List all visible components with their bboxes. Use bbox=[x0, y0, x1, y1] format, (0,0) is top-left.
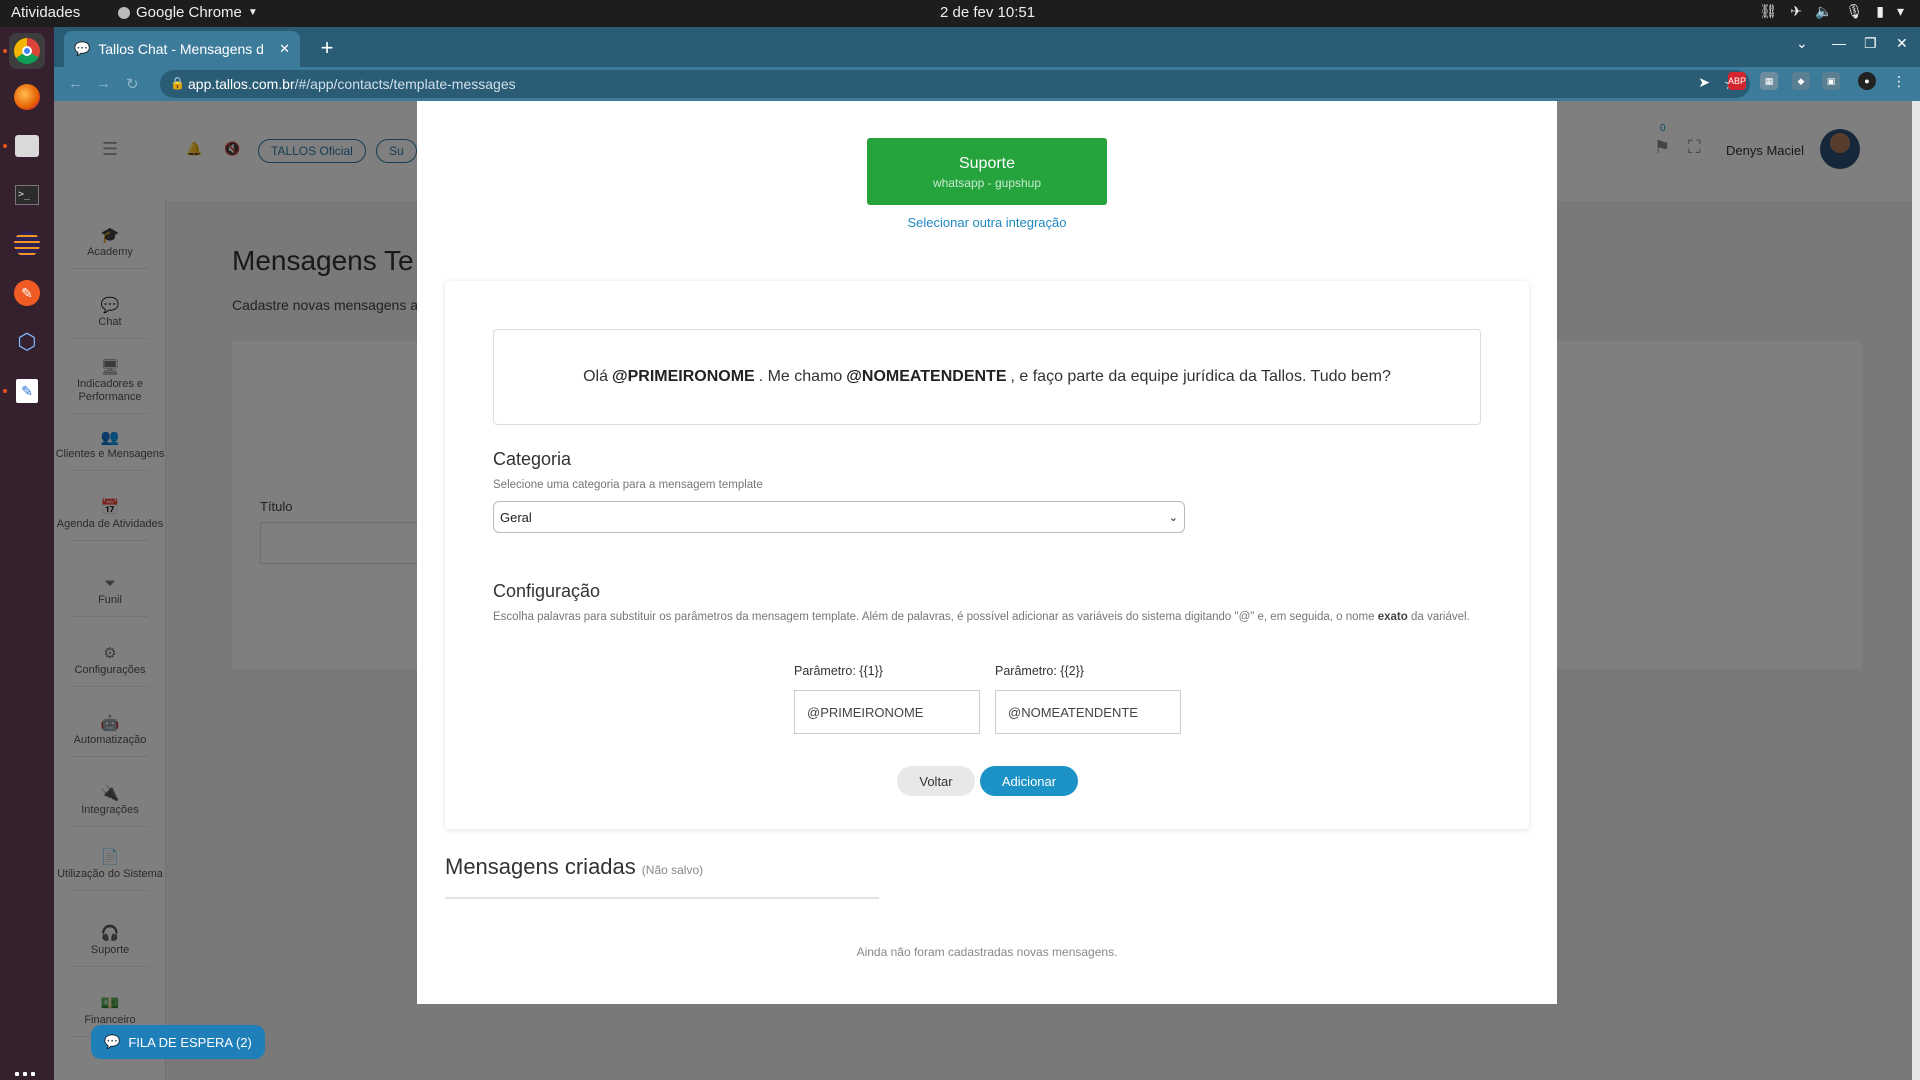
chat-bubble-icon: 💬 bbox=[104, 1034, 121, 1049]
preview-variable: @PRIMEIRONOME bbox=[611, 368, 755, 385]
send-icon[interactable]: ➤ bbox=[1698, 74, 1710, 91]
param-label-2: Parâmetro: {{2}} bbox=[995, 664, 1084, 678]
reload-icon[interactable]: ↻ bbox=[126, 75, 139, 93]
configuration-help: Escolha palavras para substituir os parâ… bbox=[493, 611, 1470, 623]
extension-icon[interactable]: ▦ bbox=[1760, 72, 1778, 90]
back-button[interactable]: Voltar bbox=[897, 766, 975, 796]
created-messages-title: Mensagens criadas (Não salvo) bbox=[445, 854, 703, 880]
close-window-icon[interactable]: ✕ bbox=[1896, 35, 1908, 52]
category-selected: Geral bbox=[500, 509, 532, 525]
volume-icon: 🔈 bbox=[1815, 3, 1833, 19]
system-tray[interactable]: ⛓ ✈ 🔈 🎙 ▮ ▾ bbox=[1760, 3, 1904, 20]
chevron-down-icon: ▾ bbox=[1896, 3, 1904, 19]
running-indicator bbox=[3, 389, 7, 393]
preview-text: . Me chamo bbox=[758, 368, 843, 385]
tab-search-icon[interactable]: ⌄ bbox=[1796, 35, 1808, 52]
extensions-puzzle-icon[interactable]: ▣ bbox=[1822, 72, 1840, 90]
airplane-icon: ✈ bbox=[1790, 3, 1803, 19]
browser-tab-strip: 💬 Tallos Chat - Mensagens d ✕ + ⌄ — ❐ ✕ bbox=[54, 27, 1920, 67]
app-menu-label: Google Chrome bbox=[136, 4, 242, 21]
preview-text: Olá bbox=[583, 368, 608, 385]
created-title-text: Mensagens criadas bbox=[445, 854, 636, 879]
text-editor-dock-icon[interactable]: ✎ bbox=[9, 373, 45, 409]
browser-tab[interactable]: 💬 Tallos Chat - Mensagens d ✕ bbox=[64, 31, 300, 67]
integration-card[interactable]: Suporte whatsapp - gupshup bbox=[867, 138, 1107, 205]
queue-button[interactable]: 💬 FILA DE ESPERA (2) bbox=[91, 1025, 265, 1059]
chevron-down-icon: ⌄ bbox=[1168, 511, 1178, 524]
running-indicator bbox=[3, 49, 7, 53]
postman-dock-icon[interactable]: ✎ bbox=[9, 275, 45, 311]
param-input-2[interactable]: @NOMEATENDENTE bbox=[995, 690, 1181, 734]
category-help: Selecione uma categoria para a mensagem … bbox=[493, 479, 763, 491]
caret-down-icon: ▼ bbox=[247, 7, 258, 18]
extension-icon[interactable]: ◆ bbox=[1792, 72, 1810, 90]
back-icon[interactable]: ← bbox=[68, 75, 83, 92]
template-form-panel: Olá @PRIMEIRONOME . Me chamo @NOMEATENDE… bbox=[445, 281, 1529, 829]
files-dock-icon[interactable] bbox=[9, 128, 45, 164]
configuration-title: Configuração bbox=[493, 581, 601, 601]
restore-icon[interactable]: ❐ bbox=[1864, 35, 1877, 52]
browser-menu-icon[interactable]: ⋮ bbox=[1890, 72, 1908, 90]
integration-name: Suporte bbox=[958, 155, 1016, 172]
app-menu[interactable]: Google Chrome ▼ bbox=[118, 4, 258, 21]
message-preview: Olá @PRIMEIRONOME . Me chamo @NOMEATENDE… bbox=[493, 329, 1481, 425]
network-icon: ⛓ bbox=[1759, 3, 1778, 19]
new-tab-button[interactable]: + bbox=[312, 33, 342, 63]
activities-button[interactable]: Atividades bbox=[11, 4, 80, 21]
terminal-dock-icon[interactable]: >_ bbox=[9, 177, 45, 213]
divider bbox=[445, 897, 879, 899]
category-select[interactable]: Geral ⌄ bbox=[493, 501, 1185, 533]
lock-icon: 🔒 bbox=[170, 76, 185, 90]
show-apps-icon[interactable] bbox=[15, 1072, 39, 1080]
tab-title: Tallos Chat - Mensagens d bbox=[98, 41, 264, 57]
eclipse-dock-icon[interactable] bbox=[9, 226, 45, 262]
param-input-1[interactable]: @PRIMEIRONOME bbox=[794, 690, 980, 734]
page-scrollbar[interactable] bbox=[1912, 101, 1920, 1080]
select-other-integration-link[interactable]: Selecionar outra integração bbox=[417, 215, 1557, 230]
param-label-1: Parâmetro: {{1}} bbox=[794, 664, 883, 678]
queue-label: FILA DE ESPERA (2) bbox=[128, 1034, 252, 1050]
template-message-modal: Suporte whatsapp - gupshup Selecionar ou… bbox=[417, 101, 1557, 1004]
url-path: /#/app/contacts/template-messages bbox=[294, 76, 516, 92]
add-button[interactable]: Adicionar bbox=[980, 766, 1078, 796]
browser-toolbar: ← → ↻ 🔒 app.tallos.com.br/#/app/contacts… bbox=[54, 67, 1920, 101]
chat-favicon-icon: 💬 bbox=[74, 41, 91, 56]
integration-type: whatsapp - gupshup bbox=[932, 176, 1042, 190]
dock: >_ ✎ ⬡ ✎ bbox=[0, 27, 54, 1080]
category-title: Categoria bbox=[493, 449, 572, 469]
virtualbox-dock-icon[interactable]: ⬡ bbox=[9, 324, 45, 360]
microphone-icon: 🎙 bbox=[1845, 3, 1864, 19]
empty-messages-text: Ainda não foram cadastradas novas mensag… bbox=[856, 945, 1118, 959]
url-host: app.tallos.com.br bbox=[188, 76, 295, 92]
preview-variable: @NOMEATENDENTE bbox=[846, 368, 1007, 385]
system-top-bar: Atividades Google Chrome ▼ 2 de fev 10:5… bbox=[0, 0, 1920, 27]
unsaved-badge: (Não salvo) bbox=[641, 863, 704, 877]
chrome-dock-icon[interactable] bbox=[9, 33, 45, 69]
forward-icon[interactable]: → bbox=[96, 75, 111, 92]
profile-avatar-icon[interactable]: ● bbox=[1858, 72, 1876, 90]
running-indicator bbox=[3, 144, 7, 148]
firefox-dock-icon[interactable] bbox=[9, 79, 45, 115]
close-tab-icon[interactable]: ✕ bbox=[279, 41, 290, 57]
address-bar[interactable]: 🔒 app.tallos.com.br/#/app/contacts/templ… bbox=[160, 70, 1750, 98]
chrome-small-icon bbox=[118, 6, 130, 19]
minimize-icon[interactable]: — bbox=[1832, 35, 1846, 51]
clock[interactable]: 2 de fev 10:51 bbox=[940, 4, 1035, 21]
preview-text: , e faço parte da equipe jurídica da Tal… bbox=[1010, 368, 1391, 385]
battery-icon: ▮ bbox=[1876, 3, 1884, 19]
adblock-extension-icon[interactable]: ABP bbox=[1728, 72, 1746, 90]
